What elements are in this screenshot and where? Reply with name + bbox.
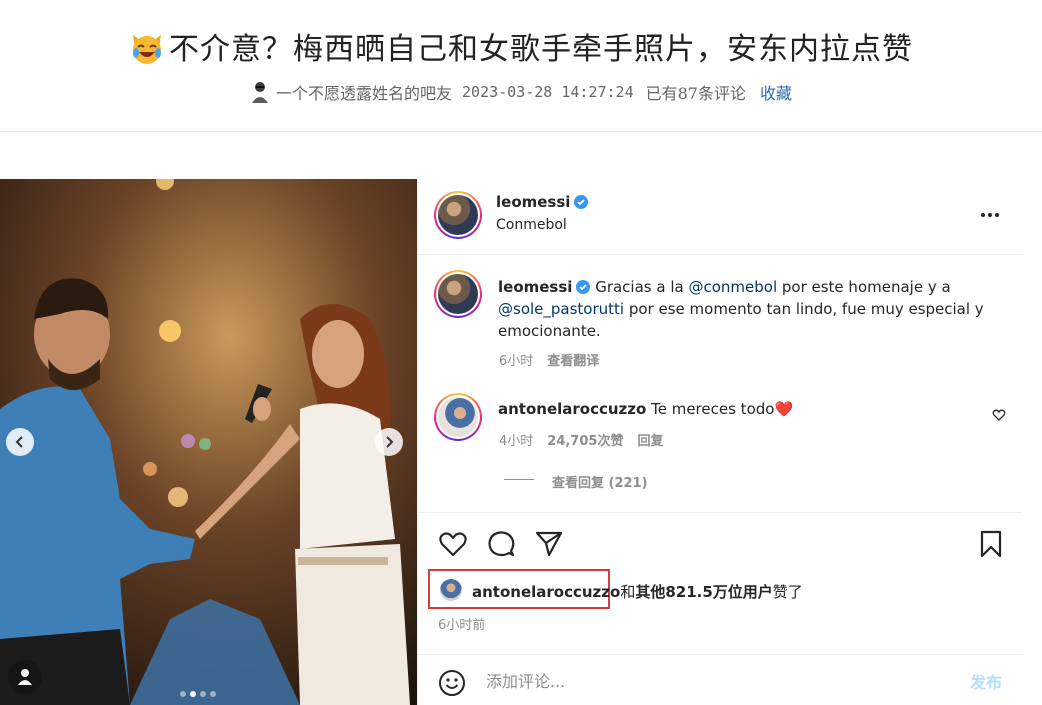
caption-time[interactable]: 6小时: [499, 354, 533, 369]
chevron-left-icon: [15, 436, 23, 448]
caption-avatar[interactable]: [434, 270, 482, 318]
comment-icon[interactable]: [486, 529, 516, 559]
article-meta: 一个不愿透露姓名的吧友 2023-03-28 14:27:24 已有87条评论 收藏: [0, 80, 1042, 104]
post-header: leomessi Conmebol: [418, 179, 1022, 255]
comment-count[interactable]: 已有87条评论: [646, 84, 746, 103]
likes-others[interactable]: 其他821.5万位用户: [635, 583, 772, 601]
prev-photo-button[interactable]: [6, 428, 34, 456]
likes-summary[interactable]: antonelaroccuzzo和其他821.5万位用户赞了: [472, 581, 803, 602]
carousel-dot: [180, 691, 186, 697]
comment: antonelaroccuzzo Te mereces todo❤️: [498, 398, 793, 420]
carousel-dots: [180, 682, 220, 701]
article-title: 不介意？梅西晒自己和女歌手牵手照片，安东内拉点赞: [0, 24, 1042, 68]
person-icon: [18, 669, 32, 685]
post-time-ago[interactable]: 6小时前: [438, 614, 485, 633]
share-icon[interactable]: [534, 529, 564, 559]
action-bar: [418, 512, 1022, 572]
heart-icon[interactable]: [438, 529, 468, 559]
comment-text: Te mereces todo❤️: [651, 400, 794, 418]
carousel-dot: [200, 691, 206, 697]
comment-username[interactable]: antonelaroccuzzo: [498, 400, 646, 418]
post-comment-button[interactable]: 发布: [970, 669, 1002, 693]
caption-text: Gracias a la: [595, 278, 689, 296]
author-avatar[interactable]: [250, 81, 270, 103]
carousel-dot-active: [190, 691, 196, 697]
poster-username[interactable]: leomessi: [496, 193, 589, 211]
caption-meta: 6小时 查看翻译: [499, 350, 599, 369]
view-replies-link[interactable]: 查看回复 (221): [552, 472, 648, 491]
post-date: 2023-03-28 14:27:24: [462, 83, 634, 101]
comment-meta: 4小时 24,705次赞 回复: [499, 430, 663, 449]
caption-text: por este homenaje y a: [777, 278, 951, 296]
bookmark-icon[interactable]: [976, 529, 1006, 559]
comment-like-heart-icon[interactable]: [992, 408, 1006, 422]
verified-badge-icon: [576, 280, 591, 294]
favorite-link[interactable]: 收藏: [760, 84, 792, 103]
next-photo-button[interactable]: [375, 428, 403, 456]
mention-sole-pastorutti[interactable]: @sole_pastorutti: [498, 300, 624, 318]
more-options-icon[interactable]: [978, 203, 1002, 227]
article-header: 不介意？梅西晒自己和女歌手牵手照片，安东内拉点赞 一个不愿透露姓名的吧友 2023…: [0, 0, 1042, 132]
tagged-people-button[interactable]: [8, 660, 42, 694]
liker-username[interactable]: antonelaroccuzzo: [472, 583, 620, 601]
reply-divider: [504, 479, 534, 480]
see-translation-link[interactable]: 查看翻译: [547, 354, 599, 369]
author-name[interactable]: 一个不愿透露姓名的吧友: [276, 84, 452, 103]
post-sidebar: leomessi Conmebol leomessi Gracias a la …: [417, 179, 1022, 705]
liker-avatar[interactable]: [440, 579, 462, 601]
chevron-right-icon: [386, 436, 394, 448]
post-location[interactable]: Conmebol: [496, 217, 567, 233]
verified-badge-icon: [574, 195, 589, 209]
carousel-dot: [210, 691, 216, 697]
mention-conmebol[interactable]: @conmebol: [688, 278, 777, 296]
comment-bar: 发布: [418, 654, 1022, 705]
caption-username[interactable]: leomessi: [498, 278, 572, 296]
title-text: 不介意？梅西晒自己和女歌手牵手照片，安东内拉点赞: [169, 32, 913, 67]
comment-time[interactable]: 4小时: [499, 434, 533, 449]
likes-suffix: 赞了: [772, 583, 803, 601]
post-photo[interactable]: [0, 179, 417, 705]
photo-illustration: [0, 179, 417, 705]
laughing-cat-emoji-icon: [133, 35, 161, 64]
poster-avatar[interactable]: [434, 191, 482, 239]
likes-connector: 和: [620, 583, 636, 601]
reply-link[interactable]: 回复: [637, 434, 663, 449]
caption: leomessi Gracias a la @conmebol por este…: [498, 276, 998, 342]
comment-input[interactable]: [486, 667, 926, 695]
comment-likes[interactable]: 24,705次赞: [547, 434, 623, 449]
commenter-avatar[interactable]: [434, 393, 482, 441]
smiley-icon[interactable]: [438, 669, 466, 697]
